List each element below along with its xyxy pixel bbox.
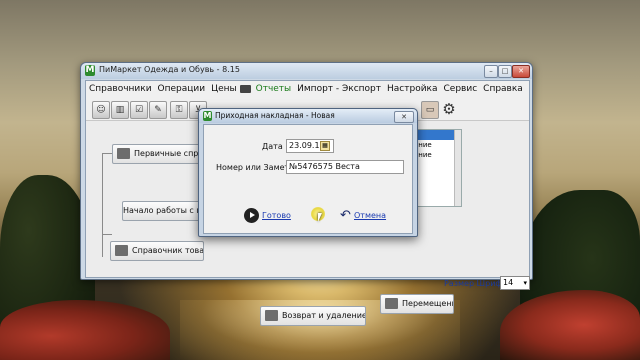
goods-ref-button[interactable]: Справочник товаро <box>110 241 204 261</box>
returns-label: Возврат и удаление <box>282 311 366 320</box>
building-add-icon[interactable]: ▥ <box>111 101 129 119</box>
menu-bar: Справочники Операции Цены Отчеты Импорт … <box>86 81 529 97</box>
transfer-icon <box>385 298 398 309</box>
menu-help[interactable]: Справка <box>480 84 526 94</box>
returns-button[interactable]: Возврат и удаление <box>260 306 366 326</box>
goods-ref-label: Справочник товаро <box>132 246 204 255</box>
app-logo-icon: M <box>85 65 95 76</box>
number-notes-field[interactable]: №5476575 Веста <box>286 160 404 174</box>
list-scrollbar[interactable] <box>454 130 461 206</box>
menu-settings[interactable]: Настройка <box>384 84 441 94</box>
documents-list[interactable]: ение ение <box>411 129 462 207</box>
menu-import-export[interactable]: Импорт - Экспорт <box>294 84 384 94</box>
dialog-app-icon: M <box>203 111 212 121</box>
start-work-label: Начало работы с пр <box>123 206 204 215</box>
menu-service[interactable]: Сервис <box>441 84 481 94</box>
maximize-button[interactable]: □ <box>498 65 512 78</box>
app-title: ПиМаркет Одежда и Обувь - 8.15 <box>99 65 240 74</box>
connector-line <box>102 153 103 257</box>
folder-icon[interactable]: ▭ <box>421 101 439 119</box>
dialog-close-button[interactable]: ✕ <box>394 111 414 123</box>
books-icon <box>117 148 130 159</box>
connector-line <box>102 234 112 235</box>
font-size-value: 14 <box>503 278 514 287</box>
primary-refs-label: Первичные справо <box>134 149 203 158</box>
calendar-icon[interactable]: ▦ <box>320 141 330 151</box>
checklist-icon[interactable]: ☑ <box>130 101 148 119</box>
done-button[interactable]: Готово <box>262 211 291 220</box>
menu-reports[interactable]: Отчеты <box>253 84 295 94</box>
transfer-button[interactable]: Перемещение <box>380 294 454 314</box>
date-label: Дата <box>262 142 283 151</box>
mouse-cursor-icon <box>318 213 326 222</box>
menu-operations[interactable]: Операции <box>155 84 209 94</box>
close-button[interactable]: ✕ <box>512 65 530 78</box>
users-add-icon[interactable]: ☺ <box>92 101 110 119</box>
settings-icon[interactable]: ⚙ <box>441 101 457 117</box>
dialog-body: Дата 23.09.17 ▦ Номер или Заметки №54765… <box>203 124 413 234</box>
book-icon <box>115 245 128 256</box>
main-titlebar[interactable]: M ПиМаркет Одежда и Обувь - 8.15 – □ ✕ <box>81 63 532 79</box>
menu-references[interactable]: Справочники <box>86 84 155 94</box>
dialog-title: Приходная накладная - Новая <box>215 111 335 120</box>
dialog-titlebar[interactable]: M Приходная накладная - Новая ✕ <box>199 109 417 123</box>
printer-icon <box>239 85 251 93</box>
document-edit-icon[interactable]: ✎ <box>149 101 167 119</box>
font-size-select[interactable]: 14 <box>500 276 530 290</box>
start-work-button[interactable]: Начало работы с пр <box>122 201 204 221</box>
undo-arrow-icon[interactable]: ↶ <box>340 209 351 223</box>
connector-line <box>102 153 112 154</box>
lock-icon[interactable]: ⚿ <box>170 101 188 119</box>
cancel-button[interactable]: Отмена <box>354 211 386 220</box>
cart-return-icon <box>265 310 278 321</box>
play-icon[interactable] <box>244 208 259 223</box>
wallpaper-flowers-left <box>0 300 170 360</box>
transfer-label: Перемещение <box>402 299 453 308</box>
receipt-invoice-dialog: M Приходная накладная - Новая ✕ Дата 23.… <box>198 108 418 237</box>
primary-refs-button[interactable]: Первичные справо <box>112 144 204 164</box>
menu-prices[interactable]: Цены <box>208 84 240 94</box>
minimize-button[interactable]: – <box>484 65 498 78</box>
